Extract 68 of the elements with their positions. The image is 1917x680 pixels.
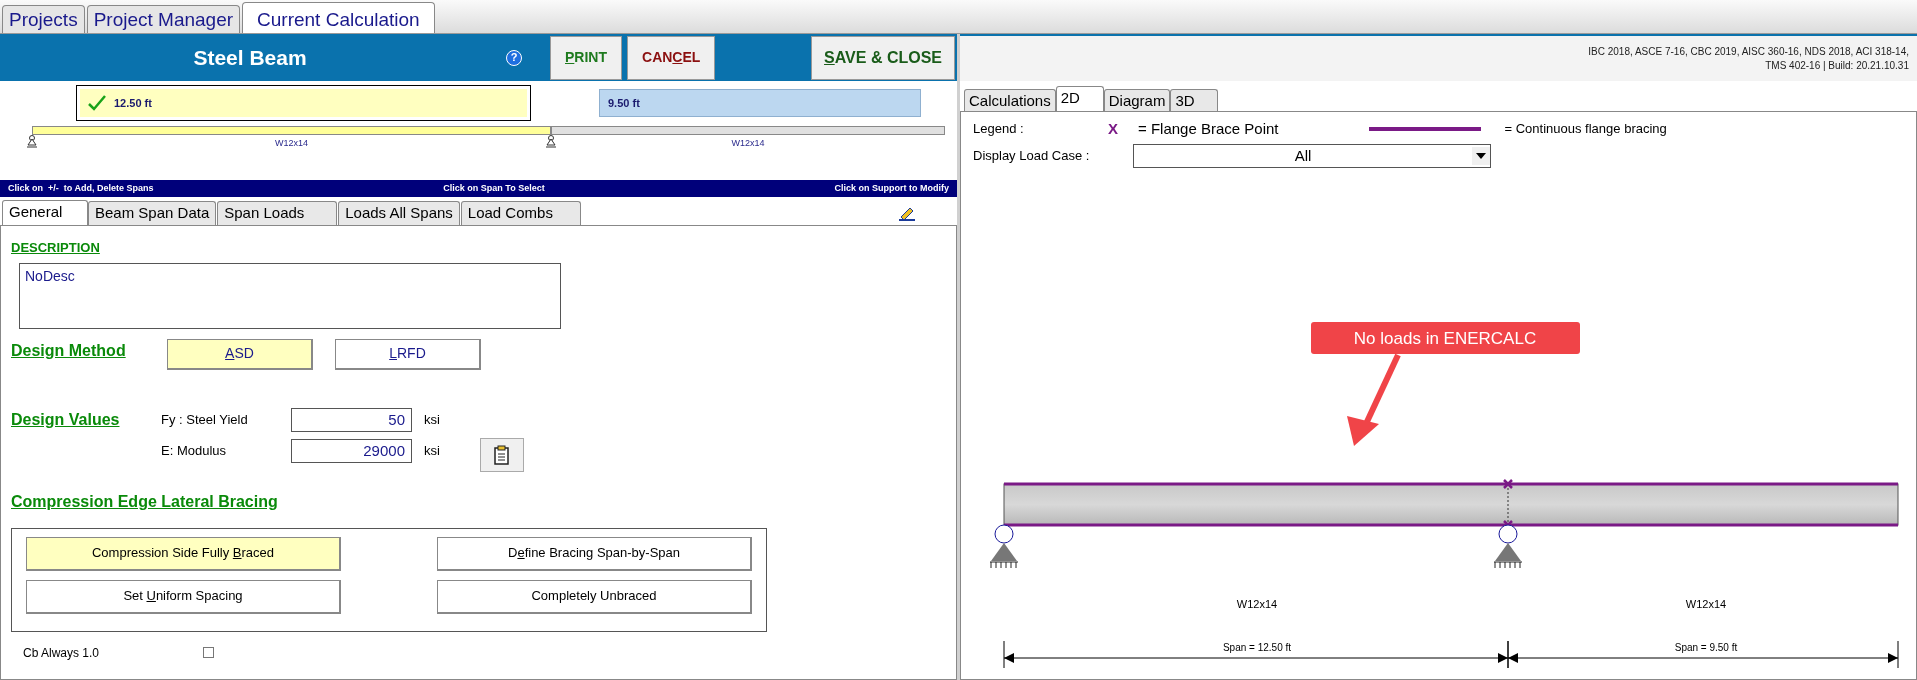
field-label: E: Modulus: [161, 441, 228, 460]
bracing-button[interactable]: Define Bracing Span-by-Span: [437, 536, 752, 571]
support-icon: [989, 524, 1019, 569]
span-selector[interactable]: 12.50 ft: [76, 85, 531, 121]
hint-text: Click on Span To Select: [443, 181, 545, 195]
legend-text: = Flange Brace Point: [1138, 118, 1279, 139]
brace-mark: X: [1108, 118, 1118, 139]
save-close-button[interactable]: SAVE & CLOSE: [811, 35, 955, 80]
form-tab[interactable]: Beam Span Data: [88, 201, 217, 225]
caret-icon: [1472, 147, 1490, 165]
method-button[interactable]: LRFD: [335, 338, 481, 370]
form-tab[interactable]: General: [2, 200, 88, 225]
section-heading: DESCRIPTION: [11, 239, 101, 257]
description-field[interactable]: NoDesc: [19, 262, 561, 329]
value-field[interactable]: 50: [291, 407, 412, 432]
section-label: W12x14: [731, 137, 765, 150]
support-icon[interactable]: [544, 135, 558, 149]
view-tab[interactable]: 2D: [1055, 86, 1104, 111]
pencil-icon[interactable]: [897, 205, 916, 221]
form-tab[interactable]: Loads All Spans: [338, 201, 460, 225]
clipboard-button[interactable]: [479, 437, 524, 472]
view-tab[interactable]: Calculations: [964, 89, 1056, 111]
hint-text: Click on +/- to Add, Delete Spans: [8, 181, 154, 195]
check-icon: [88, 95, 106, 111]
build-info: TMS 402-16 | Build: 20.21.10.31: [1765, 58, 1909, 73]
span-bar[interactable]: [32, 126, 551, 135]
span-length: 9.50 ft: [608, 95, 640, 111]
app-tab[interactable]: Current Calculation: [242, 2, 435, 33]
support-icon: [1493, 524, 1523, 569]
header-button[interactable]: CANCEL: [627, 35, 716, 80]
section-heading: Design Method: [11, 340, 127, 361]
checkbox[interactable]: [203, 647, 214, 658]
section-heading: Design Values: [11, 409, 121, 430]
help-button[interactable]: ?: [506, 49, 522, 66]
form-tab[interactable]: Load Combs: [460, 201, 581, 225]
view-tab[interactable]: 3D: [1170, 89, 1219, 111]
span-length: 12.50 ft: [114, 95, 152, 111]
load-case-dropdown[interactable]: All: [1133, 144, 1491, 168]
section-heading: Compression Edge Lateral Bracing: [11, 491, 279, 512]
form-tab[interactable]: Span Loads: [217, 201, 338, 225]
build-info: IBC 2018, ASCE 7-16, CBC 2019, AISC 360-16, NDS 2018, ACI 318-14,: [1588, 44, 1909, 59]
span-label: Span = 12.50 ft: [1222, 642, 1292, 653]
section-label: W12x14: [275, 137, 308, 150]
field-label: Fy : Steel Yield: [161, 410, 249, 429]
legend-label: Legend :: [973, 120, 1025, 139]
unit-label: ksi: [424, 410, 440, 429]
method-button[interactable]: ASD: [167, 338, 313, 370]
value-field[interactable]: 29000: [291, 438, 412, 463]
app-tab[interactable]: Projects: [2, 5, 85, 33]
app-tab[interactable]: Project Manager: [86, 5, 241, 33]
unit-label: ksi: [424, 441, 440, 460]
callout-label: No loads in ENERCALC: [1311, 322, 1580, 354]
view-tab[interactable]: Diagram: [1103, 89, 1171, 111]
field-label: Cb Always 1.0: [23, 644, 101, 662]
section-label: W12x14: [1236, 598, 1278, 610]
span-label: Span = 9.50 ft: [1674, 642, 1738, 653]
header-button[interactable]: PRINT: [550, 35, 622, 80]
dropdown-value: All: [1293, 145, 1313, 166]
field-label: Display Load Case :: [973, 147, 1091, 166]
bracing-button[interactable]: Compression Side Fully Braced: [26, 536, 341, 571]
legend-text: = Continuous flange bracing: [1504, 120, 1667, 139]
bracing-button[interactable]: Set Uniform Spacing: [26, 579, 341, 614]
window-title: Steel Beam: [193, 44, 307, 71]
section-label: W12x14: [1685, 598, 1727, 610]
bracing-button[interactable]: Completely Unbraced: [437, 579, 752, 614]
support-icon[interactable]: [25, 135, 39, 149]
clipboard-icon: [492, 444, 511, 465]
hint-text: Click on Support to Modify: [834, 181, 949, 195]
